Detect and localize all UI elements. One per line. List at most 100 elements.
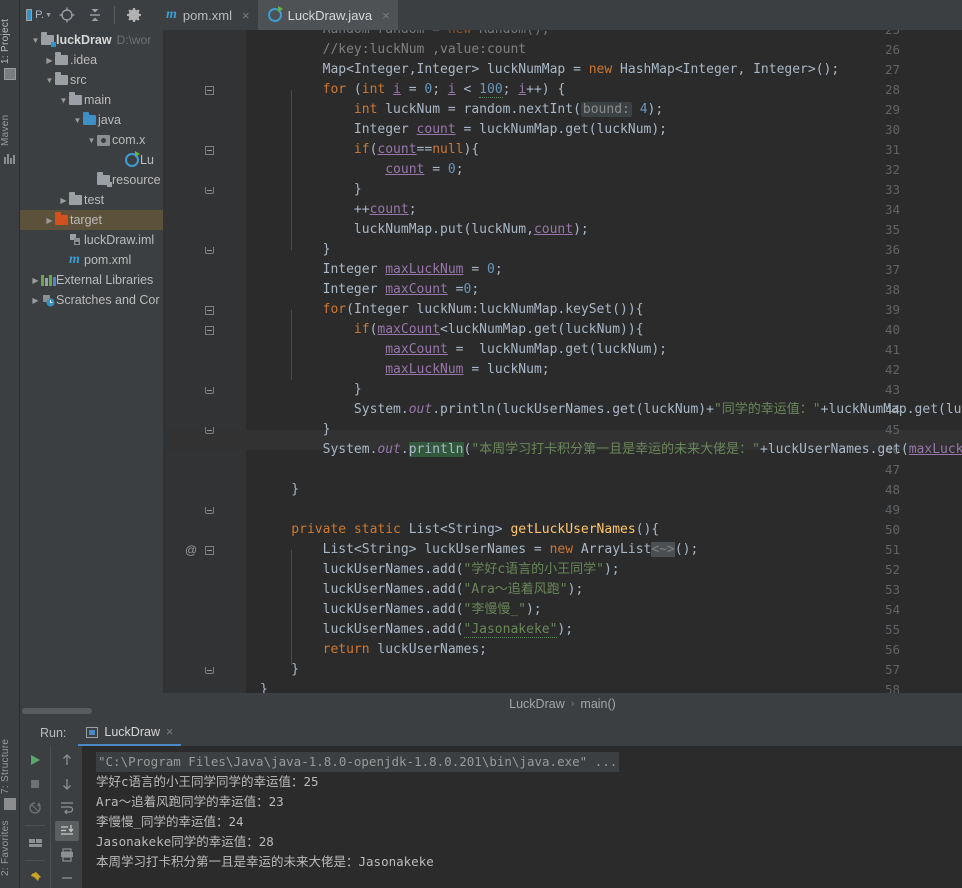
- close-icon[interactable]: ×: [166, 725, 173, 739]
- tree-item-test[interactable]: ▶ test: [20, 190, 163, 210]
- top-toolbar: P. ▼ m pom.xml × LuckDraw.java ×: [20, 0, 962, 30]
- run-tab-luckdraw[interactable]: LuckDraw ×: [78, 720, 182, 746]
- folder-icon: [55, 50, 70, 70]
- run-console-output[interactable]: "C:\Program Files\Java\java-1.8.0-openjd…: [82, 746, 962, 888]
- project-toolbar-buttons: P. ▼: [20, 3, 156, 27]
- fold-marker[interactable]: [203, 80, 215, 100]
- editor-gutter[interactable]: [163, 30, 246, 693]
- rerun-play-icon[interactable]: [23, 750, 47, 770]
- fold-marker[interactable]: [203, 660, 215, 680]
- tree-item-luckdraw-class[interactable]: ▸ Lu: [20, 150, 163, 170]
- editor-text-area[interactable]: Random random = new Random(); //key:luck…: [246, 30, 962, 693]
- fold-marker[interactable]: [203, 500, 215, 520]
- tree-item-idea[interactable]: ▶ .idea: [20, 50, 163, 70]
- console-line: 李慢慢_同学的幸运值：24: [96, 814, 244, 829]
- tree-horizontal-scrollbar-thumb[interactable]: [22, 708, 92, 714]
- settings-gear-icon[interactable]: [121, 3, 147, 27]
- method-annotation-marker[interactable]: @: [185, 540, 197, 560]
- fold-marker[interactable]: [203, 380, 215, 400]
- scroll-to-end-icon[interactable]: [54, 821, 79, 841]
- chevron-down-icon[interactable]: ▼: [58, 90, 69, 110]
- run-window-body: "C:\Program Files\Java\java-1.8.0-openjd…: [20, 746, 962, 888]
- tool-button-structure[interactable]: 7: Structure: [0, 724, 20, 794]
- layout-settings-icon[interactable]: [23, 833, 47, 853]
- run-tab-label: LuckDraw: [104, 725, 160, 739]
- fold-marker[interactable]: [203, 240, 215, 260]
- project-tree[interactable]: ▼ luckDraw D:\wor ▶ .idea ▼ src ▼ main ▼…: [20, 30, 163, 710]
- console-command-line: "C:\Program Files\Java\java-1.8.0-openjd…: [96, 752, 620, 772]
- breadcrumb-separator-icon: ›: [570, 698, 575, 710]
- rerun-failed-tests-icon[interactable]: [23, 798, 47, 818]
- pin-icon[interactable]: [23, 868, 47, 888]
- up-arrow-icon[interactable]: [55, 750, 79, 770]
- tree-item-target[interactable]: ▶ target: [20, 210, 163, 230]
- more-options-icon[interactable]: [55, 868, 79, 888]
- fold-marker[interactable]: [203, 300, 215, 320]
- fold-marker[interactable]: [203, 180, 215, 200]
- code-editor[interactable]: 25 26 27 28 29 30 31 32 33 34 35 36 37 3…: [163, 30, 962, 693]
- tree-item-label: .idea: [70, 53, 98, 67]
- tree-item-src[interactable]: ▼ src: [20, 70, 163, 90]
- toolbar-divider: [25, 825, 45, 827]
- project-selector-label: P.: [35, 9, 45, 21]
- tool-button-favorites[interactable]: 2: Favorites: [0, 806, 20, 876]
- breadcrumb-class[interactable]: LuckDraw: [509, 697, 565, 711]
- stop-icon[interactable]: [23, 774, 47, 794]
- locate-file-icon[interactable]: [54, 3, 80, 27]
- tree-item-label: test: [84, 193, 105, 207]
- folder-icon: [55, 70, 70, 90]
- soft-wrap-icon[interactable]: [55, 797, 79, 817]
- print-icon[interactable]: [55, 845, 79, 865]
- chevron-down-icon[interactable]: ▼: [72, 110, 83, 130]
- tool-button-project[interactable]: 1: Project: [0, 2, 20, 64]
- run-configuration-icon: [86, 726, 99, 738]
- tree-item-luckdraw[interactable]: ▼ luckDraw D:\wor: [20, 30, 163, 50]
- down-arrow-icon[interactable]: [55, 774, 79, 794]
- chevron-right-icon[interactable]: ▶: [30, 290, 41, 310]
- close-icon[interactable]: ×: [382, 8, 390, 23]
- close-icon[interactable]: ×: [242, 8, 250, 23]
- tree-item-java[interactable]: ▼ java: [20, 110, 163, 130]
- tree-item-label: Lu: [140, 153, 154, 167]
- tree-spacer: ▸: [86, 170, 97, 190]
- tree-item-pom-xml[interactable]: ▸ m pom.xml: [20, 250, 163, 270]
- chevron-right-icon[interactable]: ▶: [30, 270, 41, 290]
- tree-item-label: main: [84, 93, 112, 107]
- chevron-down-icon[interactable]: ▼: [86, 130, 97, 150]
- source-code[interactable]: Random random = new Random(); //key:luck…: [246, 30, 962, 693]
- resources-folder-icon: [97, 170, 112, 190]
- tree-item-external-libraries[interactable]: ▶ External Libraries: [20, 270, 163, 290]
- tree-item-main[interactable]: ▼ main: [20, 90, 163, 110]
- editor-tab-pom-xml[interactable]: m pom.xml ×: [156, 0, 258, 30]
- tree-item-luckdraw-iml[interactable]: ▸ luckDraw.iml: [20, 230, 163, 250]
- breadcrumb-method[interactable]: main(): [580, 697, 615, 711]
- collapse-all-icon[interactable]: [82, 3, 108, 27]
- chevron-right-icon[interactable]: ▶: [44, 50, 55, 70]
- editor-tab-label: LuckDraw.java: [287, 7, 373, 23]
- tree-item-scratches[interactable]: ▶ Scratches and Cor: [20, 290, 163, 310]
- tree-item-label: luckDraw: [56, 33, 112, 47]
- excluded-folder-icon: [55, 210, 70, 230]
- fold-marker[interactable]: [203, 420, 215, 440]
- chevron-down-icon[interactable]: ▼: [44, 70, 55, 90]
- left-tool-strip: 1: Project Maven 7: Structure 2: Favorit…: [0, 0, 20, 888]
- tree-item-label: com.x: [112, 133, 146, 147]
- tree-item-package-com[interactable]: ▼ com.x: [20, 130, 163, 150]
- editor-tab-luckdraw-java[interactable]: LuckDraw.java ×: [257, 0, 398, 30]
- maven-bars-icon: [4, 152, 16, 164]
- tool-button-maven[interactable]: Maven: [0, 92, 20, 146]
- fold-marker[interactable]: [203, 320, 215, 340]
- console-line: Jasonakeke同学的幸运值：28: [96, 834, 274, 849]
- chevron-right-icon[interactable]: ▶: [44, 210, 55, 230]
- project-view-selector[interactable]: P. ▼: [26, 3, 52, 27]
- tree-item-label: src: [70, 73, 87, 87]
- breadcrumb[interactable]: LuckDraw › main(): [163, 693, 962, 715]
- fold-marker[interactable]: [203, 540, 215, 560]
- chevron-right-icon[interactable]: ▶: [58, 190, 69, 210]
- scratches-icon: [41, 290, 56, 310]
- fold-marker[interactable]: [203, 140, 215, 160]
- editor-tab-bar: m pom.xml × LuckDraw.java ×: [156, 0, 962, 30]
- maven-m-icon: m: [166, 7, 177, 22]
- tree-item-resources[interactable]: ▸ resource: [20, 170, 163, 190]
- chevron-down-icon[interactable]: ▼: [30, 30, 41, 50]
